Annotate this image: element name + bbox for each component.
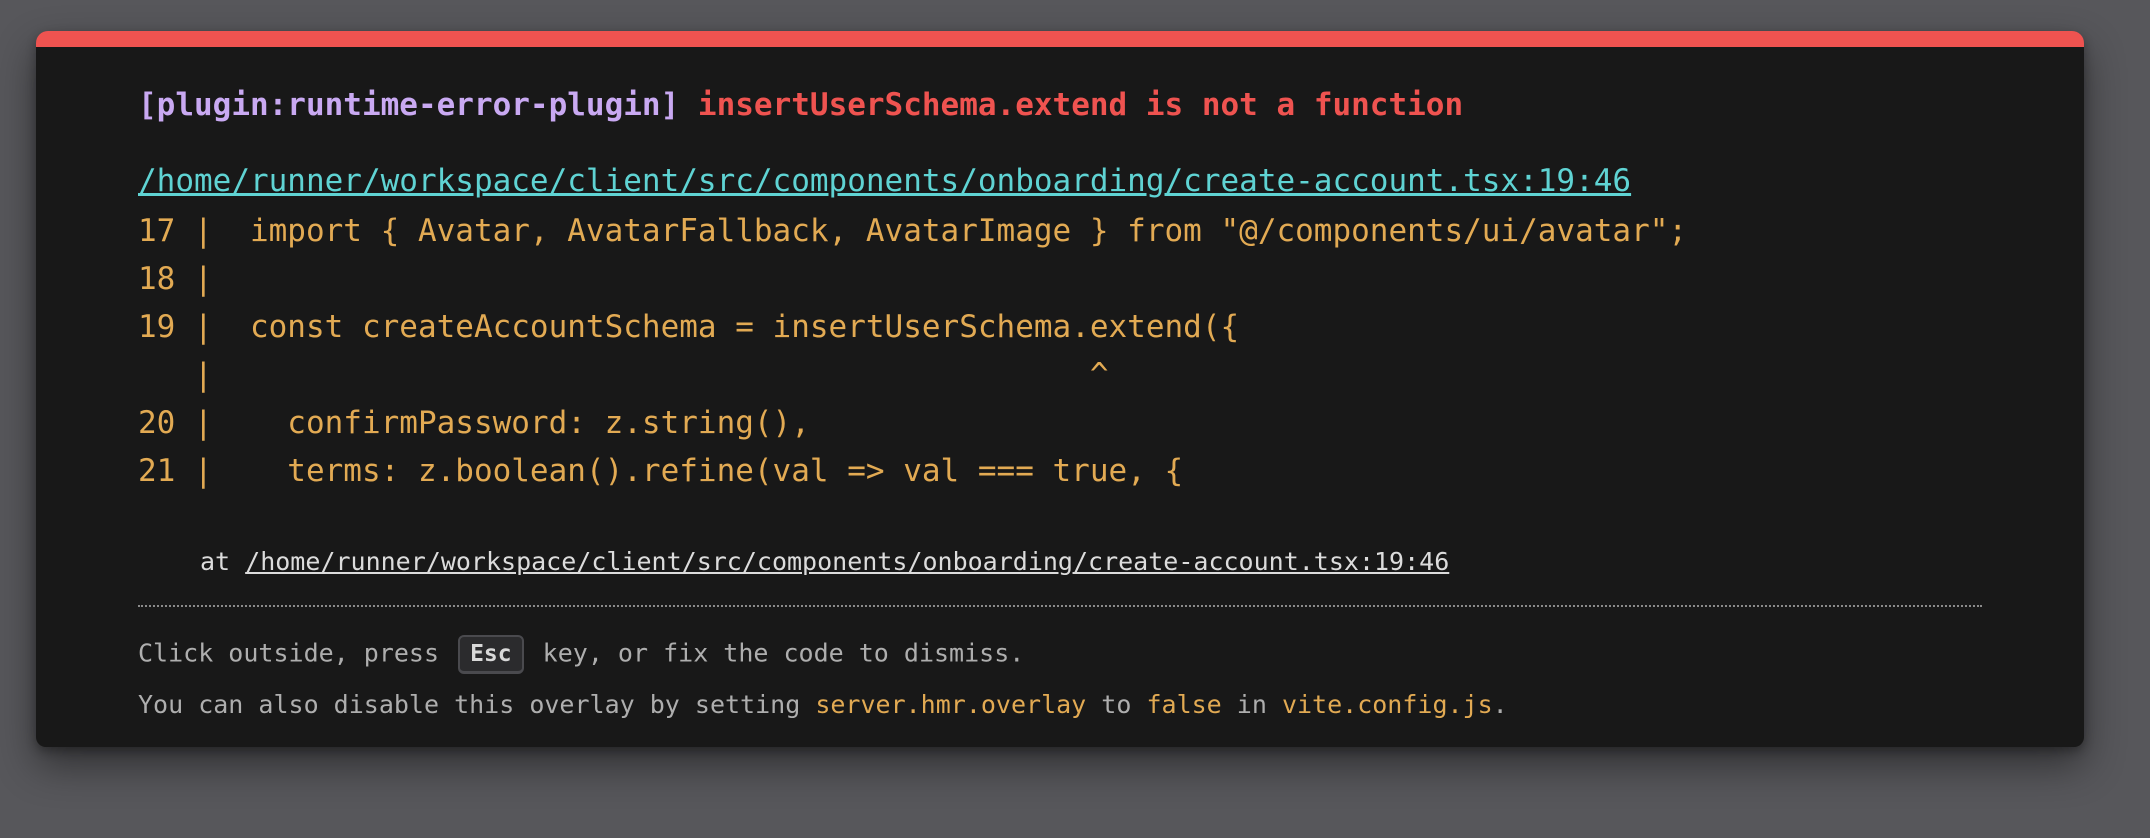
- tip-text: Click outside, press: [138, 638, 455, 668]
- tip-text: to: [1086, 690, 1147, 719]
- code-frame: 17 | import { Avatar, AvatarFallback, Av…: [138, 207, 1687, 495]
- dismiss-tip: Click outside, press Esc key, or fix the…: [138, 635, 1024, 674]
- stack-location-link[interactable]: /home/runner/workspace/client/src/compon…: [245, 547, 1449, 576]
- stack-trace: at /home/runner/workspace/client/src/com…: [200, 547, 1449, 576]
- tip-text: key, or fix the code to dismiss.: [527, 638, 1025, 668]
- code-line-error: 19 | const createAccountSchema = insertU…: [138, 309, 1240, 345]
- error-file-link[interactable]: /home/runner/workspace/client/src/compon…: [138, 163, 1631, 199]
- tip-text: You can also disable this overlay by set…: [138, 690, 816, 719]
- error-text: insertUserSchema.extend is not a functio…: [697, 87, 1464, 123]
- stack-prefix: at: [200, 547, 246, 576]
- tip-text: in: [1221, 690, 1282, 719]
- code-line: 18 |: [138, 261, 213, 297]
- esc-key: Esc: [458, 635, 524, 674]
- divider: [138, 605, 1982, 607]
- code-caret-line: | ^: [138, 357, 1109, 393]
- code-line: 17 | import { Avatar, AvatarFallback, Av…: [138, 213, 1688, 249]
- disable-tip: You can also disable this overlay by set…: [138, 690, 1508, 719]
- setting-name: server.hmr.overlay: [815, 690, 1087, 719]
- error-message: [plugin:runtime-error-plugin] insertUser…: [138, 87, 1463, 124]
- config-file-name: vite.config.js: [1281, 690, 1493, 719]
- plugin-label: [plugin:runtime-error-plugin]: [138, 87, 680, 123]
- setting-value: false: [1146, 690, 1222, 719]
- code-line: 20 | confirmPassword: z.string(),: [138, 405, 810, 441]
- tip-text: .: [1492, 690, 1508, 719]
- error-overlay: [plugin:runtime-error-plugin] insertUser…: [36, 31, 2084, 747]
- code-line: 21 | terms: z.boolean().refine(val => va…: [138, 453, 1184, 489]
